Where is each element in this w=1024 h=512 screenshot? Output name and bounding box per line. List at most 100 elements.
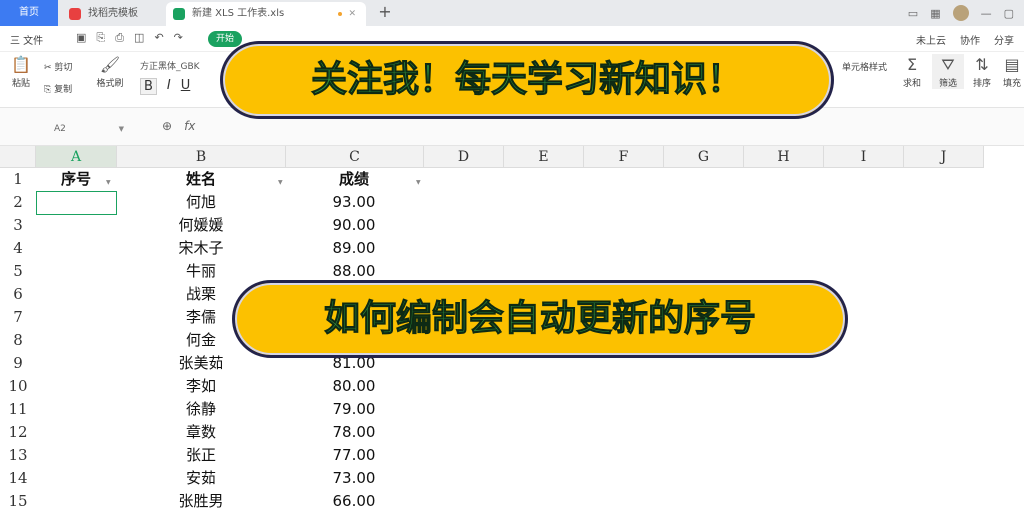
score-cell[interactable]: 78.00 xyxy=(292,421,416,444)
score-cell[interactable]: 79.00 xyxy=(292,398,416,421)
row-header[interactable]: 12 xyxy=(0,421,36,444)
filter-dropdown-icon[interactable]: ▼ xyxy=(278,179,283,186)
new-tab-button[interactable]: + xyxy=(374,0,396,26)
header-seq[interactable]: 序号 xyxy=(36,168,116,191)
score-cell[interactable]: 90.00 xyxy=(292,214,416,237)
row-header[interactable]: 15 xyxy=(0,490,36,512)
tab-active-workbook[interactable]: 新建 XLS 工作表.xls ✕ xyxy=(166,2,366,26)
row-header[interactable]: 11 xyxy=(0,398,36,421)
column-header[interactable]: H xyxy=(744,146,824,168)
filter-dropdown-icon[interactable]: ▼ xyxy=(106,179,111,186)
row-header[interactable]: 14 xyxy=(0,467,36,490)
cut-label: 剪切 xyxy=(54,63,73,73)
font-format-buttons: B I U xyxy=(140,78,190,95)
layout-icon[interactable]: ▭ xyxy=(908,7,918,20)
print-icon[interactable]: ⎙ xyxy=(115,31,124,45)
name-cell[interactable]: 章数 xyxy=(150,421,252,444)
tab-docer-templates[interactable]: 找稻壳模板 xyxy=(62,2,164,26)
window-controls: ▭ ▦ — ▢ xyxy=(908,0,1024,26)
row-header[interactable]: 8 xyxy=(0,329,36,352)
row-header[interactable]: 6 xyxy=(0,283,36,306)
score-cell[interactable]: 89.00 xyxy=(292,237,416,260)
score-cell[interactable]: 77.00 xyxy=(292,444,416,467)
column-header[interactable]: D xyxy=(424,146,504,168)
chevron-down-icon[interactable]: ▼ xyxy=(119,120,124,138)
maximize-icon[interactable]: ▢ xyxy=(1004,7,1014,20)
undo-icon[interactable]: ↶ xyxy=(154,31,163,45)
selected-cell-a2[interactable] xyxy=(36,191,117,215)
sum-button[interactable]: Σ 求和 xyxy=(898,54,926,89)
sort-icon: ⇅ xyxy=(975,55,989,74)
column-header[interactable]: E xyxy=(504,146,584,168)
file-menu[interactable]: 三 文件 xyxy=(10,32,43,47)
name-cell[interactable]: 安茹 xyxy=(150,467,252,490)
row-header[interactable]: 7 xyxy=(0,306,36,329)
cell-style-button[interactable]: 单元格样式 xyxy=(842,60,887,73)
avatar[interactable] xyxy=(952,5,969,21)
copy-button[interactable]: ⎘ 复制 xyxy=(44,82,72,95)
save-icon[interactable]: ▣ xyxy=(76,31,86,45)
column-header[interactable]: A xyxy=(36,146,117,168)
share-button[interactable]: 分享 xyxy=(994,32,1014,47)
filter-dropdown-icon[interactable]: ▼ xyxy=(416,179,421,186)
filter-label: 筛选 xyxy=(938,79,957,89)
export-icon[interactable]: ⎘ xyxy=(96,31,105,45)
column-header[interactable]: G xyxy=(664,146,744,168)
name-cell[interactable]: 张正 xyxy=(150,444,252,467)
row-header[interactable]: 1 xyxy=(0,168,36,191)
row-header[interactable]: 3 xyxy=(0,214,36,237)
fill-label: 填充 xyxy=(1002,79,1021,89)
name-cell[interactable]: 宋木子 xyxy=(150,237,252,260)
name-cell[interactable]: 徐静 xyxy=(150,398,252,421)
italic-button[interactable]: I xyxy=(167,78,171,95)
fx-icon[interactable]: fx xyxy=(184,119,195,133)
score-cell[interactable]: 73.00 xyxy=(292,467,416,490)
redo-icon[interactable]: ↷ xyxy=(174,31,183,45)
select-all-corner[interactable] xyxy=(0,146,36,168)
header-score[interactable]: 成绩 xyxy=(292,168,416,191)
home-tab[interactable]: 首页 xyxy=(0,0,58,26)
name-cell[interactable]: 李如 xyxy=(150,375,252,398)
format-painter-button[interactable]: 🖌 格式刷 xyxy=(94,54,126,89)
name-cell[interactable]: 何旭 xyxy=(150,191,252,214)
paste-button[interactable]: 📋 粘贴 xyxy=(8,54,34,89)
underline-button[interactable]: U xyxy=(181,78,191,95)
column-header[interactable]: I xyxy=(824,146,904,168)
quick-access-toolbar: ▣ ⎘ ⎙ ◫ ↶ ↷ xyxy=(76,31,183,45)
column-header[interactable]: C xyxy=(286,146,424,168)
zoom-icon[interactable]: ⊕ xyxy=(162,119,172,133)
score-cell[interactable]: 93.00 xyxy=(292,191,416,214)
banner-text: 关注我！每天学习新知识！ xyxy=(310,59,743,101)
row-header[interactable]: 4 xyxy=(0,237,36,260)
name-cell[interactable]: 何媛媛 xyxy=(150,214,252,237)
score-cell[interactable]: 80.00 xyxy=(292,375,416,398)
name-cell[interactable]: 张胜男 xyxy=(150,490,252,512)
name-box[interactable]: A2 ▼ xyxy=(4,120,128,138)
grid-icon[interactable]: ▦ xyxy=(930,7,940,20)
name-cell[interactable]: 牛丽 xyxy=(150,260,252,283)
row-header[interactable]: 9 xyxy=(0,352,36,375)
cut-button[interactable]: ✂ 剪切 xyxy=(44,60,72,73)
tab-start[interactable]: 开始 xyxy=(208,31,243,47)
row-header[interactable]: 2 xyxy=(0,191,36,214)
font-name-select[interactable]: 方正黑体_GBK xyxy=(140,59,200,72)
preview-icon[interactable]: ◫ xyxy=(134,31,144,45)
score-cell[interactable]: 66.00 xyxy=(292,490,416,512)
row-header[interactable]: 10 xyxy=(0,375,36,398)
fill-button[interactable]: ▤ 填充 xyxy=(1000,54,1024,89)
row-header[interactable]: 5 xyxy=(0,260,36,283)
filter-button[interactable]: ⛛ 筛选 xyxy=(932,54,964,89)
minimize-icon[interactable]: — xyxy=(981,7,992,20)
column-header[interactable]: B xyxy=(117,146,286,168)
collaborate-button[interactable]: 协作 xyxy=(960,32,980,47)
name-cell[interactable]: 张美茹 xyxy=(150,352,252,375)
close-tab-icon[interactable]: ✕ xyxy=(348,2,356,26)
promo-banner-middle: 如何编制会自动更新的序号 xyxy=(232,280,848,358)
cloud-status[interactable]: 未上云 xyxy=(916,32,946,47)
column-header[interactable]: J xyxy=(904,146,984,168)
bold-button[interactable]: B xyxy=(140,78,157,95)
row-header[interactable]: 13 xyxy=(0,444,36,467)
header-name[interactable]: 姓名 xyxy=(150,168,252,191)
column-header[interactable]: F xyxy=(584,146,664,168)
sort-button[interactable]: ⇅ 排序 xyxy=(968,54,996,89)
